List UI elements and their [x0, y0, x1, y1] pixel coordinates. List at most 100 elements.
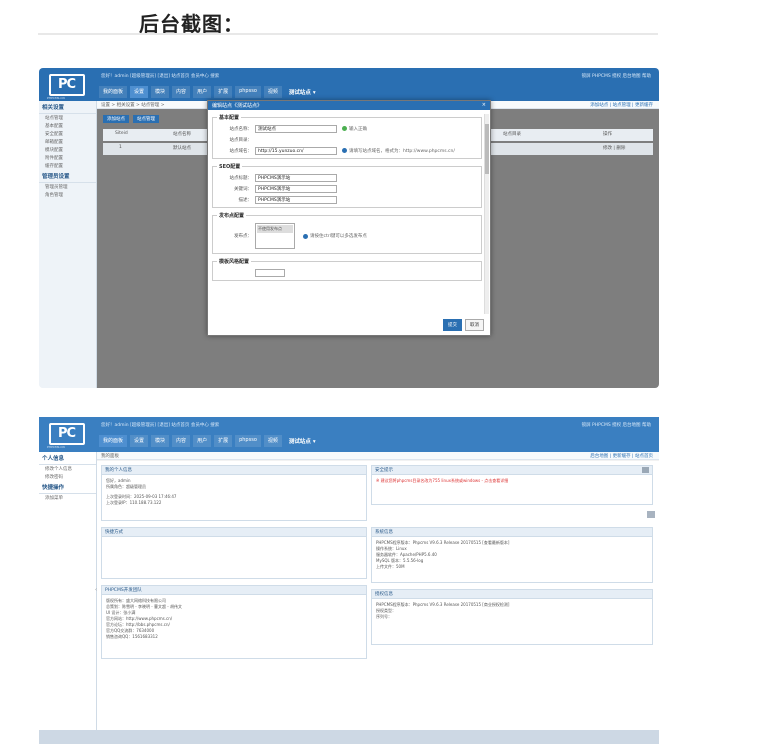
- sidebar-item[interactable]: 修改个人信息: [39, 465, 96, 473]
- site-switcher[interactable]: 测试站点 ▾: [285, 86, 320, 98]
- nav-video[interactable]: 视频: [263, 86, 282, 98]
- basic-config-group: 基本配置 站点名称： 测试站点 输入正确 站点目录： 站点域名： http://…: [212, 114, 482, 159]
- seo-title-label: 站点标题：: [229, 175, 253, 181]
- phpcms-logo[interactable]: PC: [49, 74, 85, 96]
- sidebar-item[interactable]: 管理员管理: [39, 183, 96, 191]
- submit-button[interactable]: 提交: [443, 319, 462, 331]
- panel-team: PHPCMS开发团队 版权所有：盛大网络科技有限公司 总策划：陈雪明 - 李晓明…: [101, 585, 367, 659]
- top-links[interactable]: 锁屏 PHPCMS 授权 后台地图 帮助: [582, 73, 651, 79]
- site-domain-label: 站点域名：: [229, 148, 253, 154]
- release-option[interactable]: 不使用发布点: [257, 225, 293, 233]
- sidebar-group-personal[interactable]: 个人信息: [39, 452, 96, 465]
- panel-line: 销售咨询QQ：1561683312: [106, 634, 158, 639]
- top-bar: PC PHPCMS.CN 您好！admin [超级管理员] [退出] 站点首页 …: [39, 417, 659, 452]
- dialog-footer: 提交 取消: [443, 319, 484, 331]
- top-links[interactable]: 锁屏 PHPCMS 授权 后台地图 帮助: [582, 422, 651, 428]
- sidebar-item[interactable]: 缓存配置: [39, 162, 96, 170]
- sidebar-group-admin[interactable]: 管理员设置: [39, 170, 96, 183]
- release-config-legend: 发布点配置: [219, 213, 245, 219]
- breadcrumb: 我的面板 后台地图 | 更新缓存 | 站点首页: [97, 452, 659, 460]
- template-select[interactable]: [255, 268, 285, 277]
- release-label: 发布点：: [234, 234, 252, 239]
- panel-line: 上传文件：50M: [376, 564, 405, 569]
- nav-users[interactable]: 用户: [193, 86, 212, 98]
- panel-line: 上次登录IP：110.188.73.122: [106, 500, 162, 505]
- sidebar-item[interactable]: 站点管理: [39, 114, 96, 122]
- sidebar-item[interactable]: 添加菜单: [39, 494, 96, 502]
- col-dir: 站点目录: [503, 132, 521, 137]
- phpcms-logo[interactable]: PC: [49, 423, 85, 445]
- heading-divider: [38, 33, 658, 35]
- settings-icon[interactable]: [642, 467, 649, 473]
- nav-modules[interactable]: 模块: [151, 86, 170, 98]
- release-tip: 请按住ctrl键可以多选发布点: [310, 234, 367, 239]
- panel-line: 序列号：: [376, 614, 392, 619]
- col-siteid: Siteid: [115, 131, 128, 136]
- sidebar-item[interactable]: 修改密码: [39, 473, 96, 481]
- site-domain-input[interactable]: http://15.yunzuo.cn/: [255, 146, 337, 155]
- panel-security: 安全提示 ※ 建议您将phpcms目录名改为755 linux系统或window…: [371, 465, 653, 505]
- nav-extend[interactable]: 扩展: [214, 86, 233, 98]
- sidebar-item[interactable]: 附件配置: [39, 154, 96, 162]
- info-icon: [303, 233, 308, 239]
- dialog-scrollbar[interactable]: [484, 114, 489, 314]
- template-config-legend: 模板风格配置: [219, 259, 250, 265]
- nav-settings[interactable]: 设置: [130, 435, 149, 447]
- sidebar-item[interactable]: 基本配置: [39, 122, 96, 130]
- sidebar-item[interactable]: 安全配置: [39, 130, 96, 138]
- sidebar-group-settings[interactable]: 相关设置: [39, 101, 96, 114]
- scroll-thumb[interactable]: [485, 124, 489, 174]
- panel-title: PHPCMS开发团队: [105, 588, 142, 593]
- seo-desc-label: 描述：: [238, 197, 253, 203]
- nav-modules[interactable]: 模块: [151, 435, 170, 447]
- main-nav: 我的面板 设置 模块 内容 用户 扩展 phpsso 视频 测试站点 ▾: [99, 86, 320, 98]
- add-site-button[interactable]: 添加站点: [103, 115, 129, 123]
- nav-content[interactable]: 内容: [172, 435, 191, 447]
- footer-bar: [39, 730, 659, 744]
- dialog-title-text: 编辑站点《测试站点》: [212, 103, 263, 109]
- nav-settings[interactable]: 设置: [130, 86, 149, 98]
- close-icon[interactable]: ×: [482, 102, 486, 108]
- sidebar-item[interactable]: 邮箱配置: [39, 138, 96, 146]
- seo-keywords-input[interactable]: PHPCMS演示站: [255, 184, 337, 193]
- nav-extend[interactable]: 扩展: [214, 435, 233, 447]
- panel-title: 安全提示: [375, 468, 393, 473]
- sidebar-group-shortcuts[interactable]: 快捷操作: [39, 481, 96, 494]
- col-name: 站点名称: [173, 132, 191, 137]
- dialog-body: 基本配置 站点名称： 测试站点 输入正确 站点目录： 站点域名： http://…: [212, 114, 482, 314]
- nav-phpsso[interactable]: phpsso: [235, 435, 261, 447]
- cell-ops[interactable]: 修改 | 删除: [603, 145, 625, 151]
- panel-title: 快捷方式: [105, 530, 123, 535]
- user-bar[interactable]: 您好！admin [超级管理员] [退出] 站点首页 会员中心 搜索: [101, 422, 219, 428]
- site-name-input[interactable]: 测试站点: [255, 124, 337, 133]
- col-ops: 操作: [603, 132, 612, 137]
- sidebar-item[interactable]: 模块配置: [39, 146, 96, 154]
- seo-desc-input[interactable]: PHPCMS演示站: [255, 195, 337, 204]
- cell-name: 默认站点: [173, 146, 191, 151]
- cancel-button[interactable]: 取消: [465, 319, 484, 331]
- release-select[interactable]: 不使用发布点: [255, 223, 295, 249]
- nav-phpsso[interactable]: phpsso: [235, 86, 261, 98]
- security-warning[interactable]: ※ 建议您将phpcms目录名改为755 linux系统或windows - 点…: [376, 478, 508, 483]
- nav-panel[interactable]: 我的面板: [99, 435, 128, 447]
- breadcrumb-text: 设置 > 相关设置 > 站点管理 >: [101, 103, 165, 108]
- nav-content[interactable]: 内容: [172, 86, 191, 98]
- breadcrumb-actions[interactable]: 后台地图 | 更新缓存 | 站点首页: [590, 453, 653, 459]
- settings-icon[interactable]: [647, 511, 655, 518]
- user-bar[interactable]: 您好！admin [超级管理员] [退出] 站点首页 会员中心 搜索: [101, 73, 219, 79]
- nav-video[interactable]: 视频: [263, 435, 282, 447]
- nav-panel[interactable]: 我的面板: [99, 86, 128, 98]
- breadcrumb-actions[interactable]: 添加站点 | 站点管理 | 更新缓存: [590, 102, 653, 108]
- sidebar: 相关设置 站点管理 基本配置 安全配置 邮箱配置 模块配置 附件配置 缓存配置 …: [39, 101, 97, 388]
- dialog-title: 编辑站点《测试站点》 ×: [208, 101, 490, 110]
- seo-keywords-label: 关键词：: [234, 186, 252, 192]
- site-switcher[interactable]: 测试站点 ▾: [285, 435, 320, 447]
- sidebar-item[interactable]: 角色管理: [39, 191, 96, 199]
- panel-sysinfo: 系统信息 PHPCMS程序版本：Phpcms V9.6.3 Release 20…: [371, 527, 653, 583]
- nav-users[interactable]: 用户: [193, 435, 212, 447]
- seo-title-input[interactable]: PHPCMS演示站: [255, 173, 337, 182]
- info-icon: [342, 148, 347, 153]
- release-config-group: 发布点配置 发布点： 不使用发布点 请按住ctrl键可以多选发布点: [212, 212, 482, 254]
- site-manage-button[interactable]: 站点管理: [133, 115, 159, 123]
- screenshot-dashboard: PC PHPCMS.CN 您好！admin [超级管理员] [退出] 站点首页 …: [39, 417, 659, 744]
